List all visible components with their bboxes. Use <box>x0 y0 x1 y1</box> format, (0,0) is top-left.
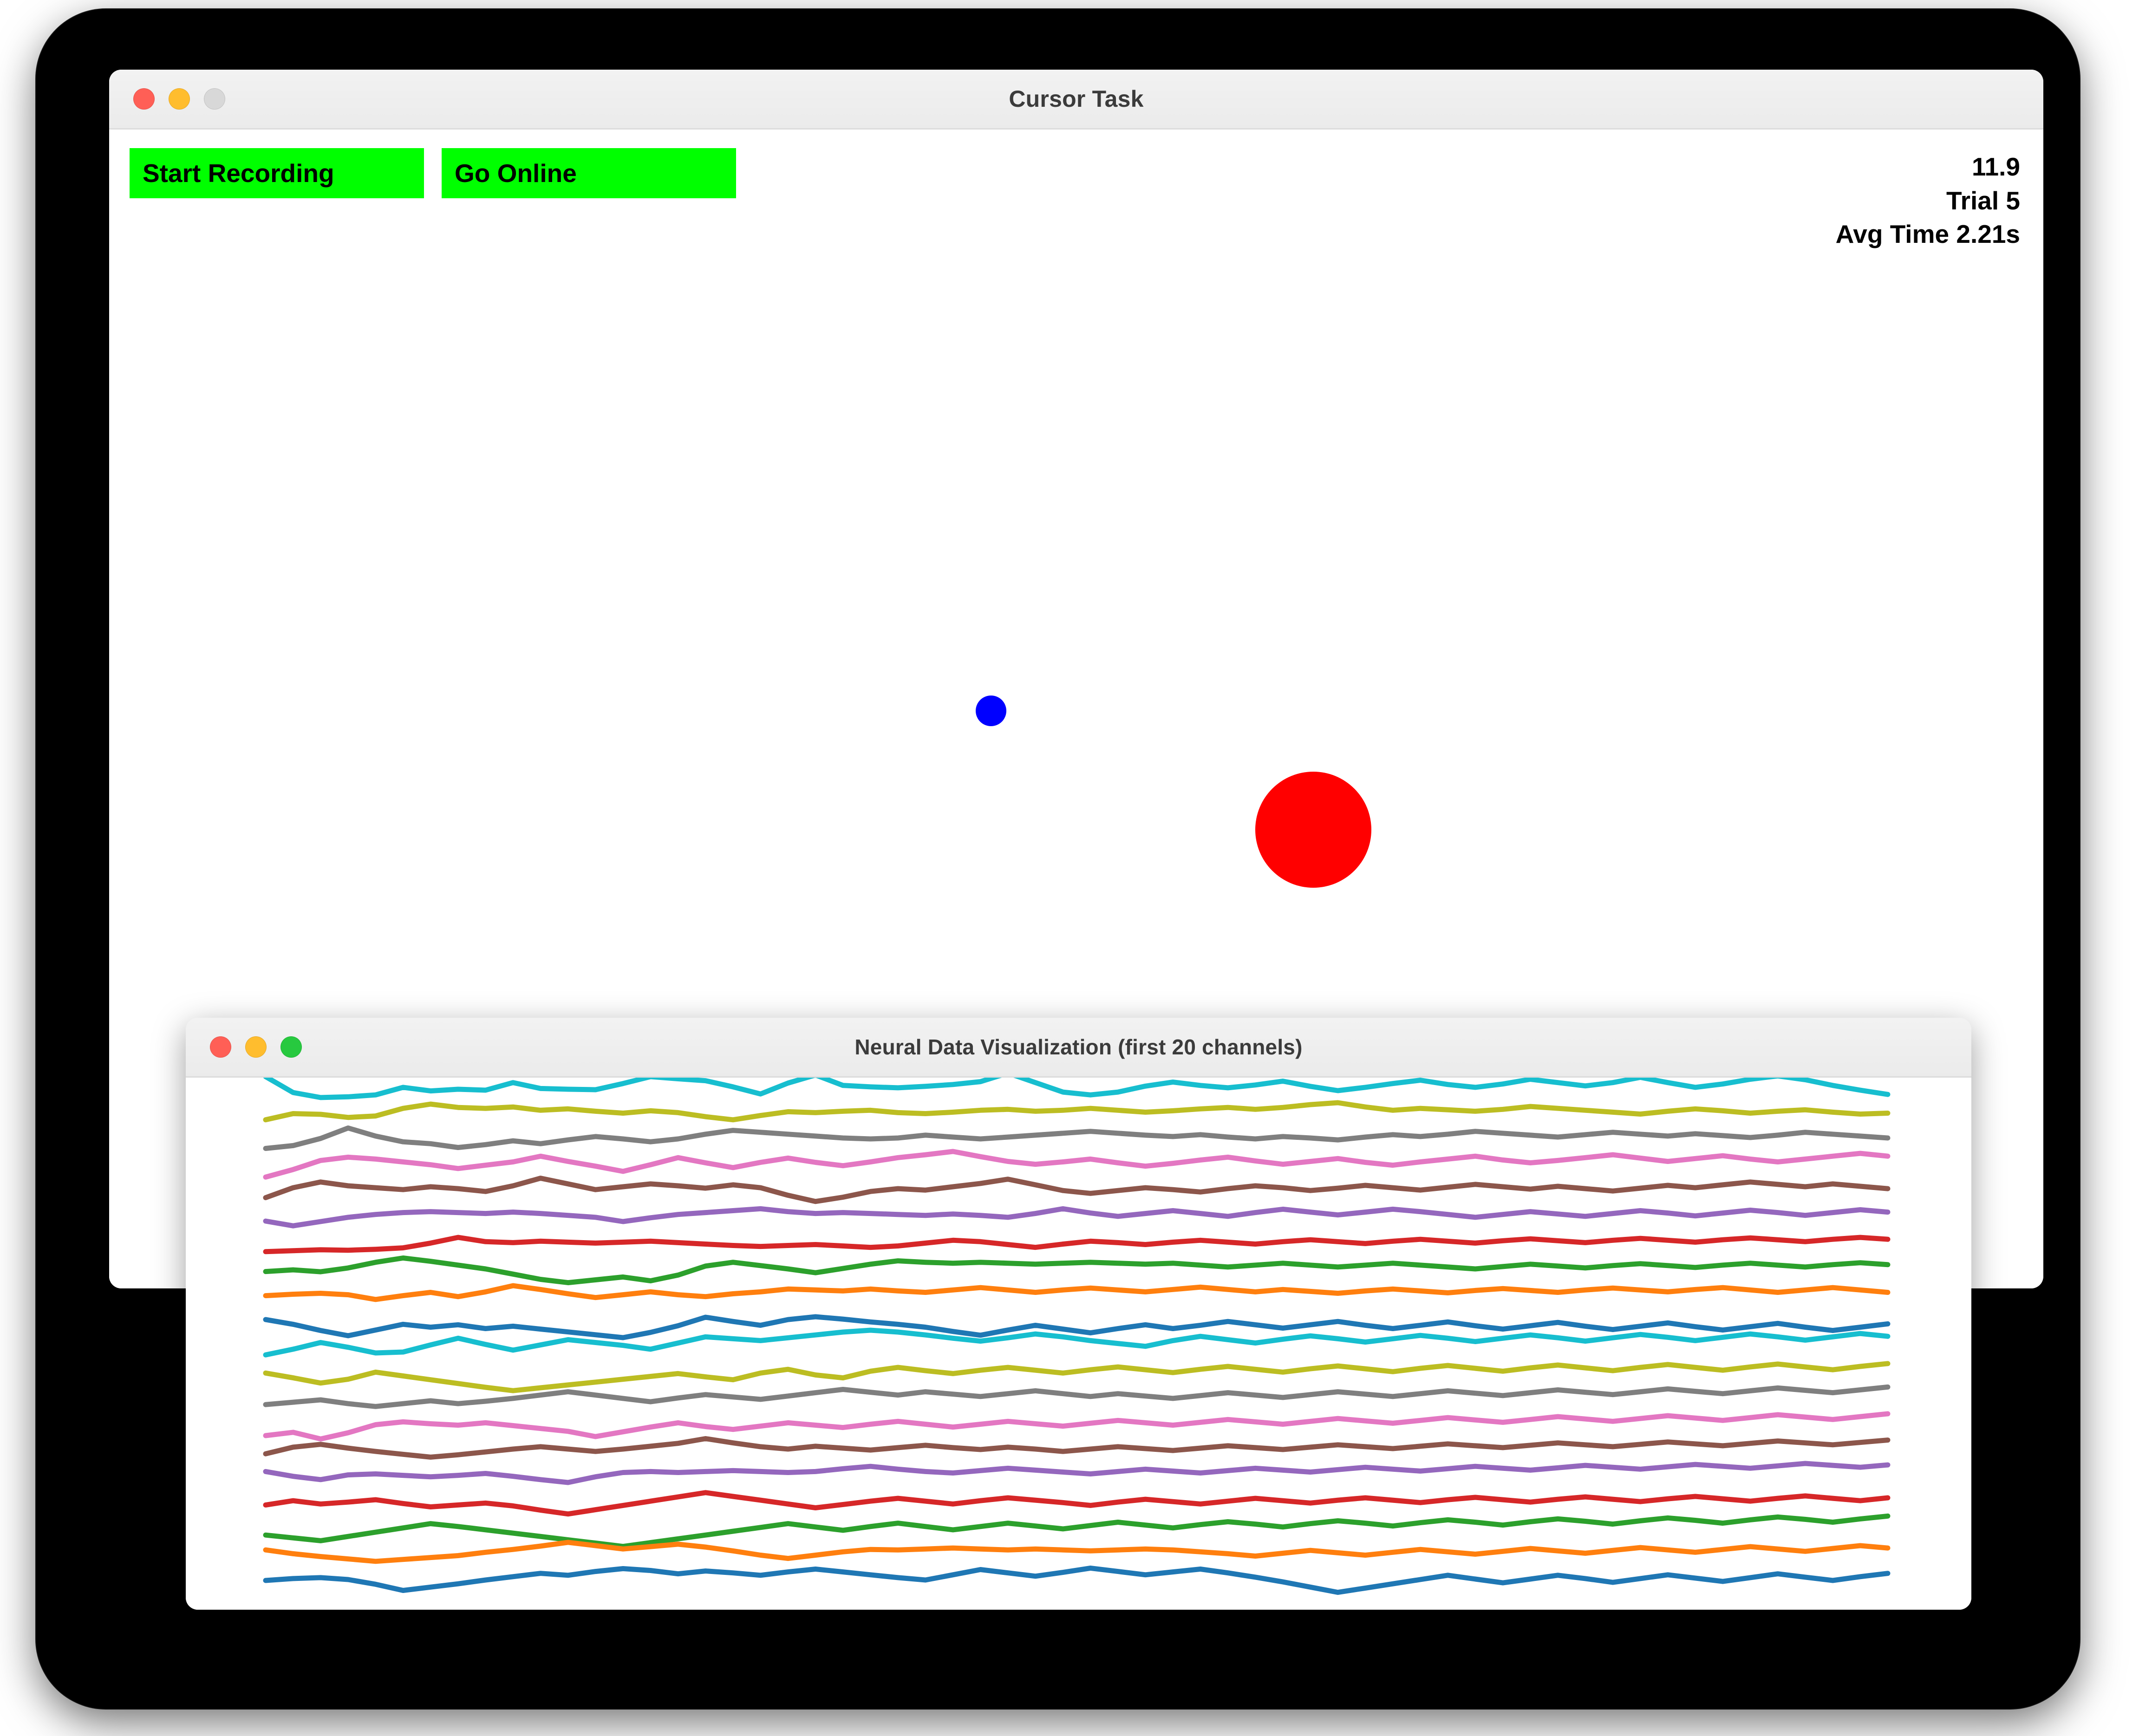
zoom-button-icon[interactable] <box>204 88 225 110</box>
neural-traces-plot <box>186 1078 1971 1610</box>
cursor-task-titlebar: Cursor Task <box>109 70 2043 130</box>
neural-trace-ch18 <box>263 1513 1891 1549</box>
zoom-button-icon[interactable] <box>280 1036 302 1058</box>
neural-trace-ch5 <box>263 1176 1891 1204</box>
neural-trace-ch12 <box>263 1361 1891 1393</box>
minimize-button-icon[interactable] <box>169 88 190 110</box>
neural-trace-ch15 <box>263 1436 1891 1460</box>
neural-trace-ch14 <box>263 1411 1891 1442</box>
window-title: Cursor Task <box>1009 86 1144 112</box>
neural-trace-ch16 <box>263 1461 1891 1485</box>
neural-trace-ch3 <box>263 1125 1891 1151</box>
target-circle <box>1255 772 1371 888</box>
close-button-icon[interactable] <box>133 88 155 110</box>
neural-trace-ch19 <box>263 1540 1891 1564</box>
control-button-row: Start Recording Go Online <box>130 148 736 198</box>
neural-trace-ch1 <box>263 1078 1891 1100</box>
neural-trace-ch20 <box>263 1565 1891 1595</box>
neural-trace-ch6 <box>263 1206 1891 1229</box>
neural-window-titlebar: Neural Data Visualization (first 20 chan… <box>186 1018 1971 1078</box>
neural-trace-ch8 <box>263 1255 1891 1286</box>
avg-time-readout: Avg Time 2.21s <box>1835 220 2020 249</box>
cursor-dot <box>976 696 1006 726</box>
neural-trace-ch2 <box>263 1100 1891 1123</box>
trial-readout: Trial 5 <box>1946 186 2020 215</box>
neural-data-window: Neural Data Visualization (first 20 chan… <box>186 1018 1971 1610</box>
neural-trace-ch7 <box>263 1235 1891 1255</box>
neural-trace-ch11 <box>263 1327 1891 1358</box>
window-controls <box>133 88 225 110</box>
neural-window-controls <box>210 1036 302 1058</box>
neural-trace-ch9 <box>263 1283 1891 1302</box>
minimize-button-icon[interactable] <box>245 1036 267 1058</box>
score-readout: 11.9 <box>1971 152 2020 181</box>
close-button-icon[interactable] <box>210 1036 231 1058</box>
start-recording-button[interactable]: Start Recording <box>130 148 424 198</box>
neural-window-title: Neural Data Visualization (first 20 chan… <box>854 1035 1303 1059</box>
neural-trace-ch4 <box>263 1149 1891 1180</box>
stats-panel: 11.9 Trial 5 Avg Time 2.21s <box>1836 150 2020 251</box>
go-online-button[interactable]: Go Online <box>442 148 736 198</box>
neural-trace-ch17 <box>263 1490 1891 1517</box>
